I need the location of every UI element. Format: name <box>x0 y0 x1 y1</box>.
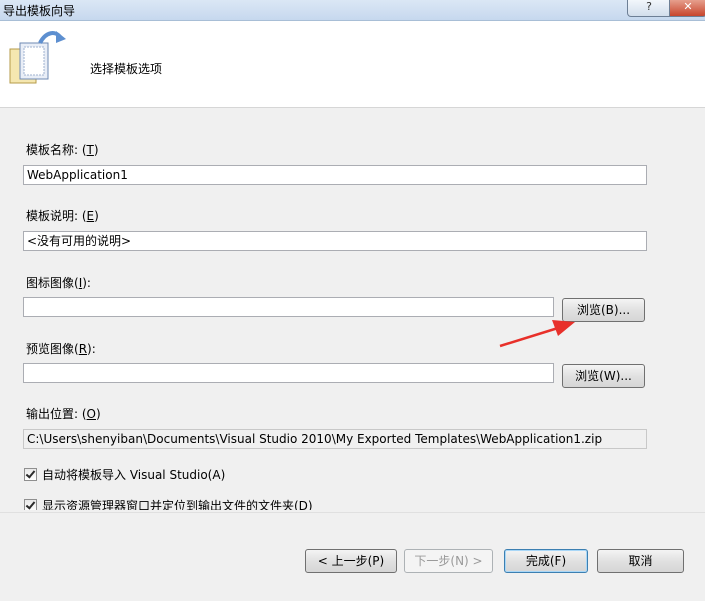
output-location-label: 输出位置: (O) <box>26 407 101 421</box>
show-explorer-option[interactable]: 显示资源管理器窗口并定位到输出文件的文件夹(D) <box>24 497 313 510</box>
auto-import-checkbox[interactable] <box>24 468 37 481</box>
close-button[interactable]: ✕ <box>669 0 705 17</box>
browse-icon-button[interactable]: 浏览(B)... <box>562 298 645 322</box>
title-bar: 导出模板向导 ? ✕ <box>0 0 705 21</box>
template-name-label: 模板名称: (T) <box>26 143 99 157</box>
auto-import-option[interactable]: 自动将模板导入 Visual Studio(A) <box>24 466 225 483</box>
show-explorer-checkbox[interactable] <box>24 499 37 510</box>
template-description-label: 模板说明: (E) <box>26 209 99 223</box>
output-location-input[interactable]: C:\Users\shenyiban\Documents\Visual Stud… <box>23 429 647 449</box>
footer-separator <box>0 512 705 513</box>
preview-image-input[interactable] <box>23 363 554 383</box>
template-name-input[interactable]: WebApplication1 <box>23 165 647 185</box>
auto-import-label: 自动将模板导入 Visual Studio(A) <box>42 468 226 482</box>
finish-button[interactable]: 完成(F) <box>504 549 588 573</box>
template-description-input[interactable]: <没有可用的说明> <box>23 231 647 251</box>
icon-image-label: 图标图像(I): <box>26 276 91 290</box>
cancel-button[interactable]: 取消 <box>597 549 684 573</box>
window-title: 导出模板向导 <box>3 4 76 18</box>
preview-image-label: 预览图像(R): <box>26 342 96 356</box>
page-title: 选择模板选项 <box>90 62 163 76</box>
next-button[interactable]: 下一步(N) > <box>404 549 493 573</box>
browse-preview-button[interactable]: 浏览(W)... <box>562 364 645 388</box>
wizard-header: 选择模板选项 <box>0 21 705 108</box>
back-button[interactable]: < 上一步(P) <box>305 549 397 573</box>
icon-image-input[interactable] <box>23 297 554 317</box>
show-explorer-label: 显示资源管理器窗口并定位到输出文件的文件夹(D) <box>42 499 313 510</box>
template-export-icon <box>9 31 66 84</box>
help-button[interactable]: ? <box>627 0 671 17</box>
